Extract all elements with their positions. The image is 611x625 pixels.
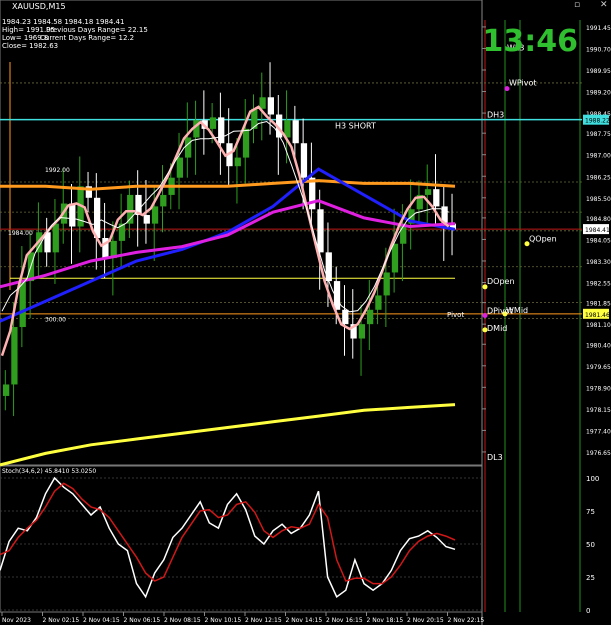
candle-body [160,194,167,207]
candle-body [69,203,76,227]
moving-average-line [0,403,456,467]
y-tick-label: 1986.25 [586,174,611,181]
y-tick-label: 1984.80 [586,216,611,223]
candle-body [342,309,349,325]
wmid-label: WMid [506,306,528,315]
candle-body [185,137,192,158]
candle-body [19,281,26,328]
y-tick-label: 1978.90 [586,385,611,392]
candle-body [325,252,332,282]
stoch-tick-label: 25 [586,574,595,582]
y-tick-label: 1989.95 [586,68,611,75]
candle-body [292,120,299,144]
stoch-tick-label: 50 [586,541,595,549]
x-tick-label: 2 Nov 04:15 [83,617,120,624]
dopen-label: DOpen [487,277,515,286]
dmid-label: DMid [487,324,507,333]
dl3-label: DL3 [487,453,503,462]
candle-body [234,157,241,167]
candle-body [218,117,225,144]
y-tick-label: 1987.00 [586,153,611,160]
current-price-tag: 1984.41 [585,227,610,234]
stoch-tick-label: 0 [586,607,590,615]
dh3-label: DH3 [487,111,504,120]
candle-body [367,309,374,325]
y-tick-label: 1990.70 [586,46,611,53]
left-level-label: 1984.00 [8,230,33,237]
x-tick-label: 2 Nov 20:15 [407,617,444,624]
x-tick-label: Nov 2023 [2,617,31,624]
stoch-tick-label: 75 [586,508,595,516]
candle-body [358,324,365,339]
x-tick-label: 2 Nov 12:15 [245,617,282,624]
pivot-label: Pivot [447,311,464,319]
h3-short-label: H3 SHORT [335,122,376,131]
candle-body [391,243,399,273]
chart-window: H3 SHORT DH3 WPivot WL3 QOpen DOpen DPivot WMid… [0,0,611,625]
candle-body [151,206,159,224]
stoch-series-line [0,476,456,599]
stoch-header: Stoch(34,6,2) 45.8410 53.0250 [2,468,96,475]
candle-body [433,189,440,207]
x-tick-label: 2 Nov 16:15 [326,617,363,624]
stoch-tick-label: 100 [586,475,599,483]
candle-body [267,97,274,115]
y-tick-label: 1989.20 [586,90,611,97]
candle-body [383,272,390,296]
price-chart[interactable]: H3 SHORTDH3WPivotWL3QOpenDOpenDPivotWMid… [0,0,611,625]
y-tick-label: 1981.10 [586,322,611,329]
h3-price-tag: 1988.22 [585,118,610,125]
y-tick-label: 1991.45 [586,25,611,32]
candle-body [11,327,18,385]
clock: 13:46 [482,24,579,59]
y-tick-label: 1976.65 [586,450,611,457]
x-tick-label: 2 Nov 14:15 [286,617,323,624]
slow-ma-line [1,120,449,313]
candle-body [259,97,266,109]
window-restore-button[interactable]: ▫ [574,0,580,10]
x-tick-label: 2 Nov 22:15 [448,617,485,624]
left-level-label: 1992.00 [45,167,70,174]
x-tick-label: 2 Nov 10:15 [205,617,242,624]
y-tick-label: 1979.65 [586,364,611,371]
x-tick-label: 2 Nov 06:15 [124,617,161,624]
candle-body [209,117,217,129]
candle-body [143,215,150,224]
x-tick-label: 2 Nov 08:15 [164,617,201,624]
stoch-series-line [0,482,456,585]
x-tick-label: 2 Nov 18:15 [367,617,404,624]
candle-body [300,143,308,178]
candle-body [317,209,324,253]
y-tick-label: 1985.50 [586,196,611,203]
qopen-label: QOpen [529,235,557,244]
y-tick-label: 1981.85 [586,301,611,308]
window-close-button[interactable]: ✕ [600,0,608,10]
candle-body [176,157,183,178]
y-tick-label: 1983.30 [586,259,611,266]
symbol-title: XAUUSD,M15 [12,2,66,11]
wpivot-label: WPivot [509,79,537,88]
close-readout: Close= 1982.63 [2,42,59,50]
candle-body [242,128,250,158]
y-tick-label: 1978.15 [586,407,611,414]
candle-body [94,197,101,238]
y-tick-label: 1982.55 [586,281,611,288]
moving-average-line [0,167,456,323]
y-tick-label: 1987.75 [586,131,611,138]
candle-body [3,384,10,396]
x-tick-label: 2 Nov 02:15 [43,617,80,624]
candle-body [375,295,382,310]
y-tick-label: 1984.05 [586,237,611,244]
candle-body [424,189,432,195]
main-panel-frame [0,0,483,466]
left-level-label: 300.00 [45,316,66,323]
pivot-price-tag: 1981.46 [585,312,610,319]
y-tick-label: 1980.40 [586,342,611,349]
y-tick-label: 1977.40 [586,428,611,435]
candle-body [52,223,59,253]
